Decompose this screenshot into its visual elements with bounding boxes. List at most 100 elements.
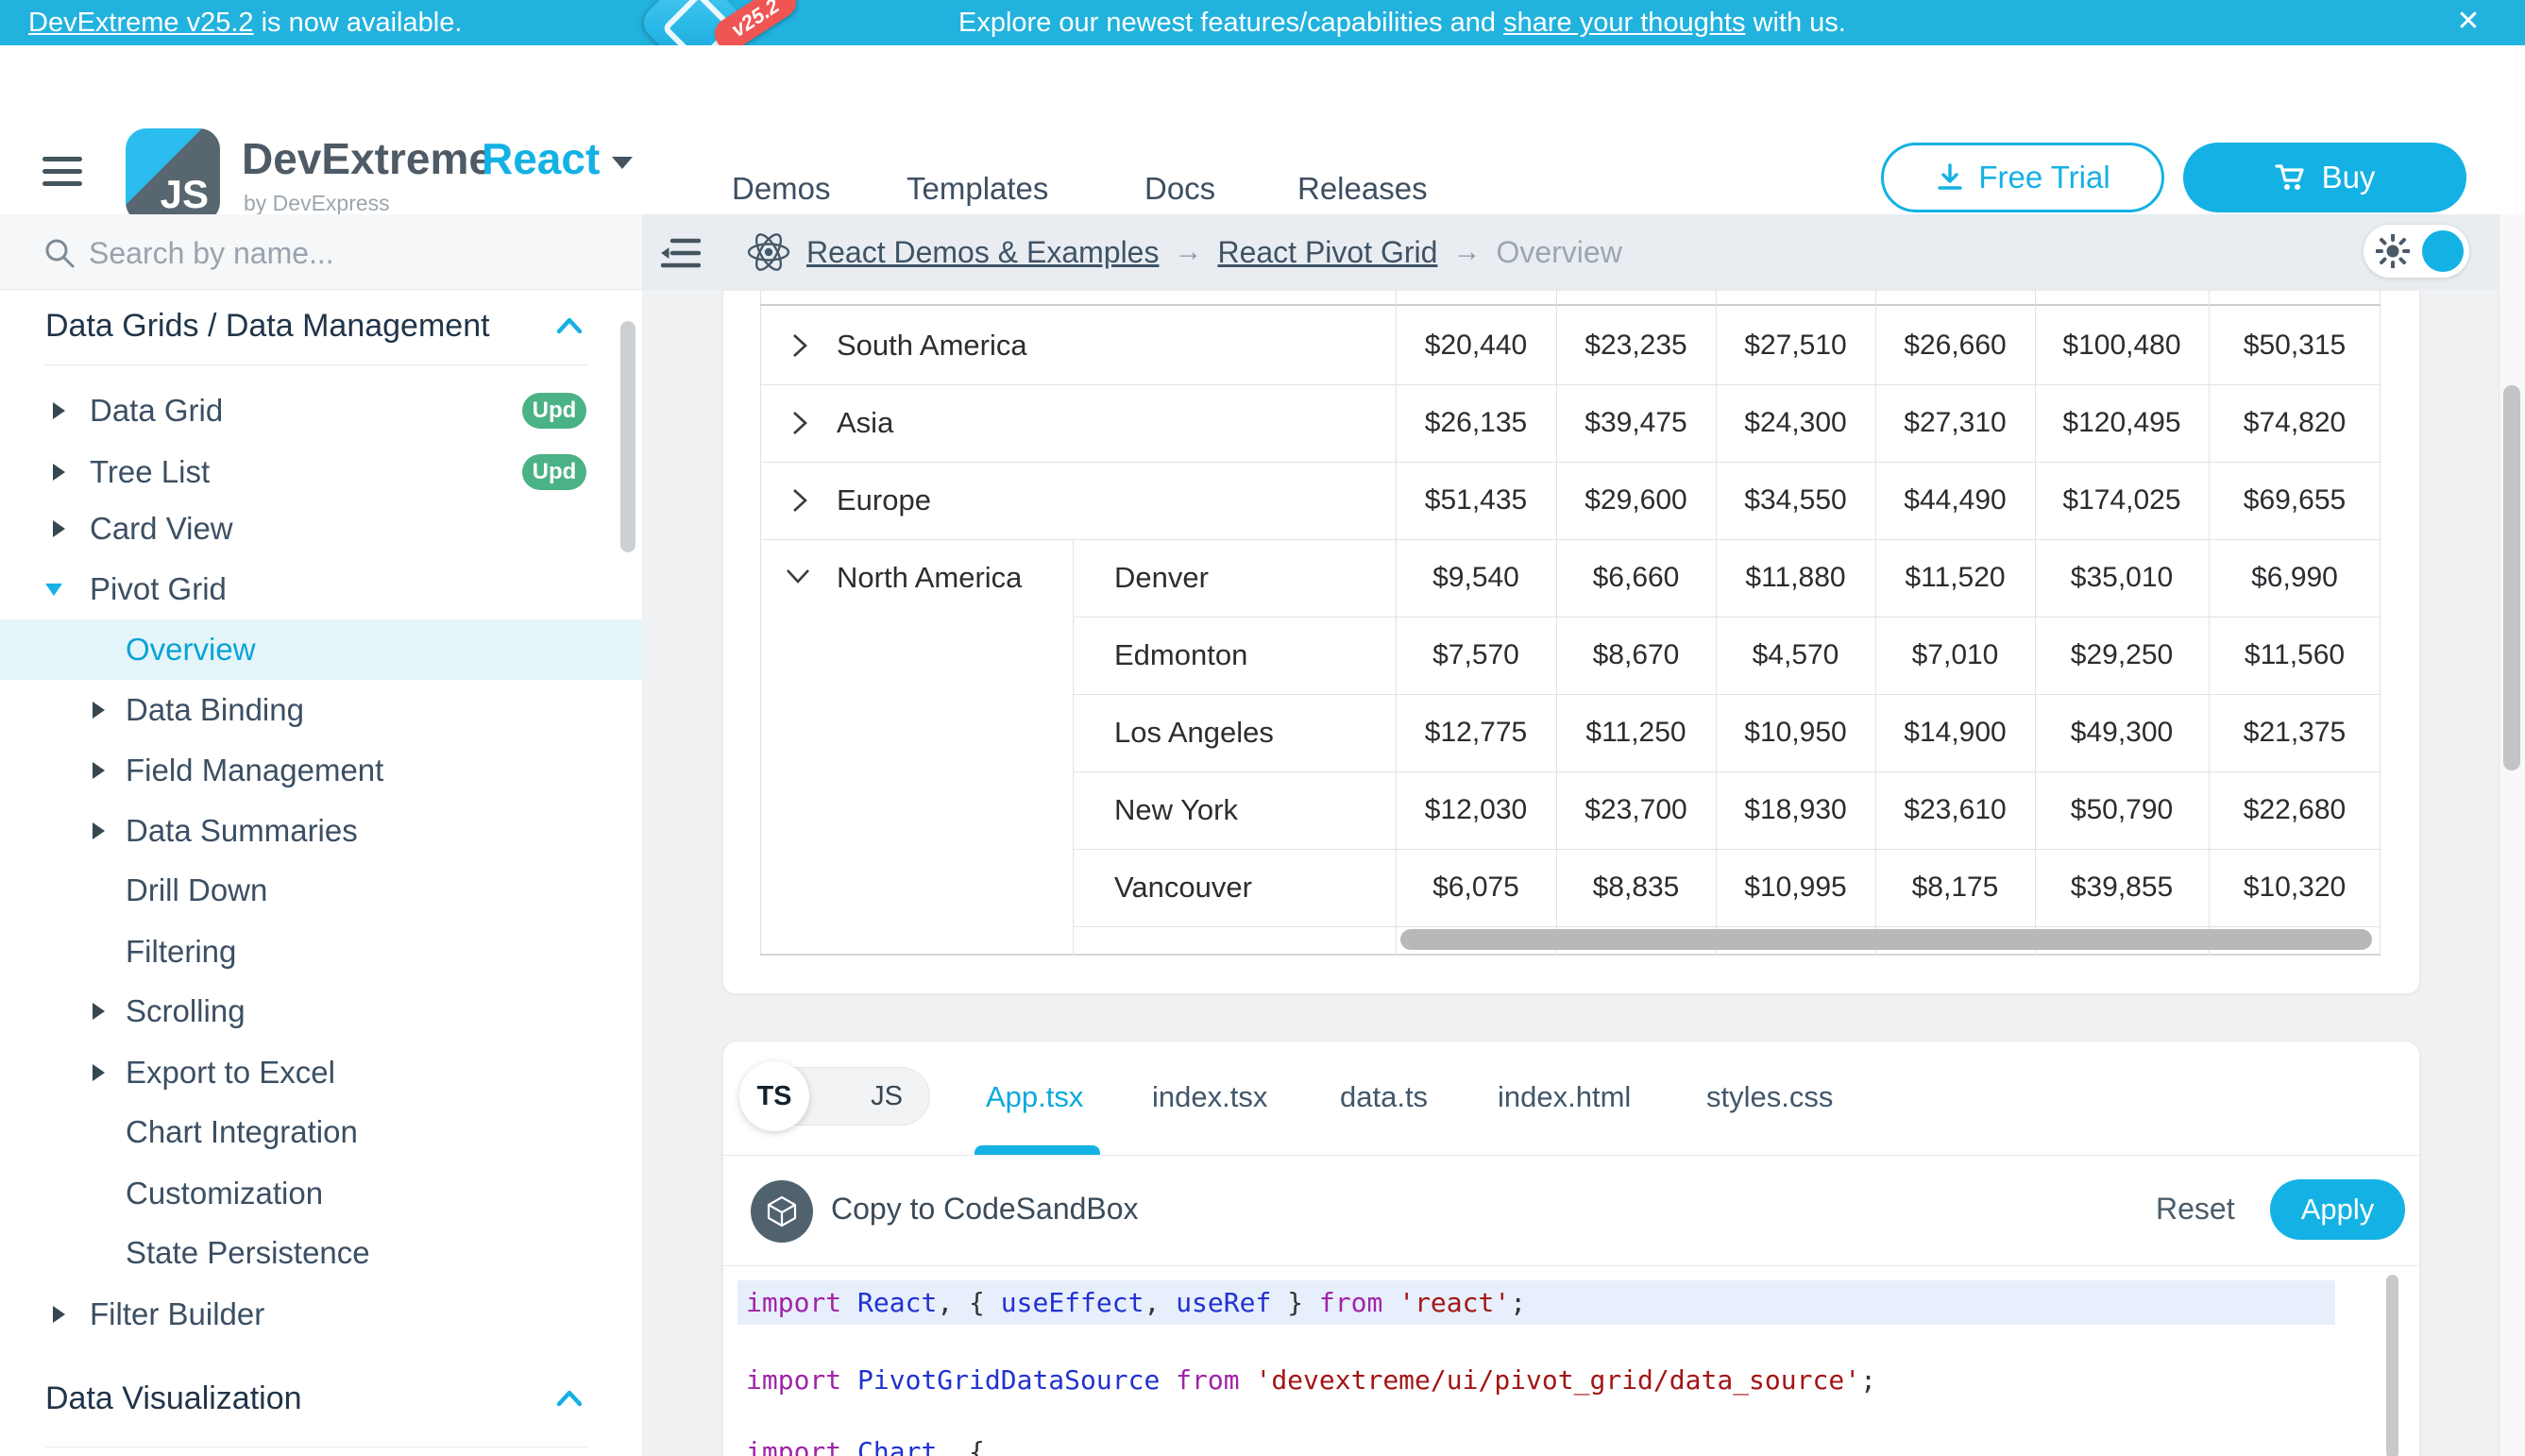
collapse-sidebar-icon[interactable] (661, 235, 701, 276)
pivot-city-header[interactable]: Edmonton (1114, 636, 1247, 674)
devextreme-logo[interactable]: JS (126, 128, 220, 223)
tab-app-tsx[interactable]: App.tsx (986, 1076, 1083, 1118)
pivot-table-bottom-border (760, 954, 2381, 956)
theme-toggle[interactable] (2364, 225, 2469, 278)
expand-arrow-icon[interactable] (53, 520, 65, 537)
sidebar-item-card-view[interactable]: Card View (0, 499, 642, 559)
pivot-cell: $22,680 (2210, 793, 2380, 827)
pivot-cell: $10,320 (2210, 871, 2380, 905)
expand-arrow-icon[interactable] (53, 464, 65, 481)
code-panel-divider (723, 1265, 2419, 1266)
pivot-cell: $27,510 (1717, 329, 1874, 363)
search-input[interactable] (87, 227, 582, 279)
sun-icon (2376, 234, 2410, 268)
pivot-city-header[interactable]: Vancouver (1114, 869, 1252, 906)
share-thoughts-link[interactable]: share your thoughts (1503, 8, 1745, 38)
banner-close-icon[interactable]: ✕ (2446, 0, 2491, 45)
expand-arrow-icon[interactable] (93, 1003, 105, 1020)
code-line: import React, { useEffect, useRef } from… (737, 1280, 2335, 1325)
pivot-cell: $29,250 (2036, 638, 2208, 672)
pivot-cell: $8,835 (1557, 871, 1715, 905)
language-ts-option[interactable]: TS (739, 1061, 809, 1131)
expand-arrow-icon[interactable] (93, 762, 105, 779)
tab-index-html[interactable]: index.html (1498, 1076, 1631, 1118)
chevron-up-icon[interactable] (555, 1388, 584, 1409)
collapse-arrow-icon[interactable] (45, 584, 62, 596)
pivot-city-header[interactable]: New York (1114, 791, 1238, 829)
pivot-cell: $44,490 (1876, 483, 2034, 517)
sidebar-item-filter-builder[interactable]: Filter Builder (0, 1284, 642, 1345)
breadcrumb-separator: → (1174, 236, 1202, 268)
codesandbox-icon[interactable] (751, 1180, 813, 1243)
sidebar-item-data-summaries[interactable]: Data Summaries (0, 801, 642, 861)
language-js-option[interactable]: JS (845, 1067, 928, 1126)
sidebar-item-pivot-grid[interactable]: Pivot Grid (0, 559, 642, 619)
pivot-header-border (760, 304, 2381, 306)
sidebar-item-field-management[interactable]: Field Management (0, 740, 642, 801)
sidebar-item-tree-list[interactable]: Tree List Upd (0, 442, 642, 502)
sidebar-item-customization[interactable]: Customization (0, 1163, 642, 1224)
sidebar-divider (45, 1447, 587, 1448)
pivot-cell: $39,475 (1557, 406, 1715, 440)
copy-to-codesandbox-button[interactable]: Copy to CodeSandBox (831, 1192, 1139, 1227)
buy-button[interactable]: Buy (2183, 143, 2466, 212)
promo-banner: DevExtreme v25.2 is now available. v25.2… (0, 0, 2525, 45)
code-panel-divider (723, 1155, 2419, 1156)
pivot-city-header[interactable]: Los Angeles (1114, 714, 1274, 752)
sidebar-section-data-grids[interactable]: Data Grids / Data Management (45, 296, 490, 356)
expand-arrow-icon[interactable] (93, 1064, 105, 1081)
sidebar-item-scrolling[interactable]: Scrolling (0, 981, 642, 1041)
nav-templates[interactable]: Templates (907, 170, 1048, 208)
pivot-city-header[interactable]: Denver (1114, 559, 1209, 597)
pivot-cell: $74,820 (2210, 406, 2380, 440)
banner-version-link[interactable]: DevExtreme v25.2 (28, 8, 254, 38)
sidebar-item-data-binding[interactable]: Data Binding (0, 680, 642, 740)
pivot-cell: $10,950 (1717, 716, 1874, 750)
pivot-row-header[interactable]: Europe (837, 482, 931, 519)
pivot-cell: $10,995 (1717, 871, 1874, 905)
pivot-cell: $120,495 (2036, 406, 2208, 440)
expand-row-icon[interactable] (789, 331, 810, 360)
expand-arrow-icon[interactable] (53, 402, 65, 419)
pivot-row-header[interactable]: South America (837, 327, 1027, 364)
nav-demos[interactable]: Demos (732, 170, 831, 208)
pivot-horizontal-scrollbar-thumb[interactable] (1400, 929, 2372, 950)
page-scrollbar-thumb[interactable] (2503, 385, 2520, 770)
tab-styles-css[interactable]: styles.css (1706, 1076, 1833, 1118)
sidebar-item-export-to-excel[interactable]: Export to Excel (0, 1042, 642, 1103)
sidebar-item-filtering[interactable]: Filtering (0, 922, 642, 982)
sidebar-item-state-persistence[interactable]: State Persistence (0, 1223, 642, 1283)
code-scrollbar-thumb[interactable] (2386, 1275, 2398, 1456)
expand-arrow-icon[interactable] (53, 1306, 65, 1323)
free-trial-button[interactable]: Free Trial (1881, 143, 2164, 212)
pivot-row-header[interactable]: North America (837, 559, 1022, 597)
hamburger-menu-icon[interactable] (42, 157, 82, 186)
tab-data-ts[interactable]: data.ts (1340, 1076, 1428, 1118)
sidebar-scrollbar-thumb[interactable] (620, 321, 635, 552)
tab-index-tsx[interactable]: index.tsx (1152, 1076, 1267, 1118)
nav-releases[interactable]: Releases (1297, 170, 1428, 208)
sidebar-item-chart-integration[interactable]: Chart Integration (0, 1102, 642, 1162)
expand-arrow-icon[interactable] (93, 822, 105, 839)
brand-byline: by DevExpress (244, 191, 390, 216)
expand-arrow-icon[interactable] (93, 702, 105, 719)
pivot-cell: $8,175 (1876, 871, 2034, 905)
collapse-row-icon[interactable] (784, 565, 812, 587)
pivot-cell: $21,375 (2210, 716, 2380, 750)
breadcrumb-section-link[interactable]: React Pivot Grid (1217, 235, 1437, 270)
expand-row-icon[interactable] (789, 486, 810, 515)
nav-docs[interactable]: Docs (1144, 170, 1215, 208)
sidebar-section-data-visualization[interactable]: Data Visualization (45, 1368, 302, 1429)
sidebar-item-overview[interactable]: Overview (0, 619, 642, 680)
breadcrumb-root-link[interactable]: React Demos & Examples (806, 235, 1159, 270)
sidebar-item-drill-down[interactable]: Drill Down (0, 860, 642, 921)
framework-caret-icon[interactable] (612, 157, 633, 169)
expand-row-icon[interactable] (789, 409, 810, 437)
sidebar-item-data-grid[interactable]: Data Grid Upd (0, 381, 642, 441)
pivot-cell: $6,660 (1557, 561, 1715, 595)
reset-button[interactable]: Reset (2156, 1192, 2235, 1227)
chevron-up-icon[interactable] (555, 315, 584, 336)
framework-selector[interactable]: React (482, 134, 600, 183)
apply-button[interactable]: Apply (2270, 1179, 2405, 1240)
pivot-row-header[interactable]: Asia (837, 404, 893, 442)
